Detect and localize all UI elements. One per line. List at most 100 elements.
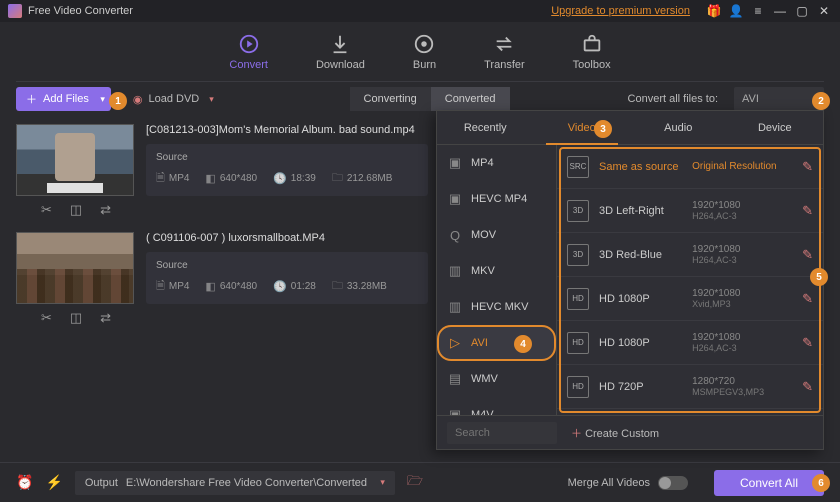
title-bar: Free Video Converter Upgrade to premium … (0, 0, 840, 22)
merge-toggle[interactable] (658, 476, 688, 490)
trim-icon[interactable]: ✂ (41, 310, 52, 326)
edit-preset-icon[interactable]: ✎ (802, 247, 813, 263)
add-files-button[interactable]: ＋ Add Files (16, 87, 111, 111)
video-thumbnail[interactable] (16, 124, 134, 196)
preset-item[interactable]: SRC Same as source Original Resolution ✎ (557, 145, 823, 189)
crop-icon[interactable]: ◫ (70, 310, 82, 326)
alarm-icon[interactable]: ⏰ (16, 474, 33, 491)
format-item-hevcmkv[interactable]: ▥HEVC MKV (437, 289, 556, 325)
gpu-accel-icon[interactable]: ⚡ (45, 474, 62, 491)
format-icon: Q (447, 228, 463, 243)
annotation-2: 2 (812, 92, 830, 110)
preset-item[interactable]: HD HD 1080P 1920*1080Xvid,MP3 ✎ (557, 277, 823, 321)
maximize-icon[interactable]: ▢ (794, 3, 810, 19)
tab-video[interactable]: Video (534, 111, 631, 144)
format-item-mkv[interactable]: ▥MKV (437, 253, 556, 289)
upgrade-premium-link[interactable]: Upgrade to premium version (551, 5, 690, 17)
burn-icon (413, 33, 435, 55)
format-label: MP4 (471, 157, 494, 169)
effects-icon[interactable]: ⇄ (100, 310, 111, 326)
plus-icon: ＋ (571, 428, 582, 440)
format-label: AVI (471, 337, 488, 349)
open-folder-icon[interactable]: 🗁 (407, 472, 423, 494)
meta-resolution: 640*480 (220, 173, 257, 184)
format-label: HEVC MKV (471, 301, 528, 313)
preset-list[interactable]: SRC Same as source Original Resolution ✎… (557, 145, 823, 415)
preset-codec: Xvid,MP3 (692, 299, 792, 309)
thumbnail-actions: ✂ ◫ ⇄ (16, 310, 136, 326)
output-format-select[interactable]: AVI ▾ (734, 87, 824, 111)
account-icon[interactable]: 👤 (728, 3, 744, 19)
tab-recently[interactable]: Recently (437, 111, 534, 144)
nav-convert[interactable]: Convert (229, 33, 268, 71)
popover-footer: ＋ Create Custom (437, 415, 823, 449)
preset-resolution: 1280*720 (692, 376, 792, 387)
annotation-4: 4 (514, 335, 532, 353)
minimize-icon[interactable]: — (772, 3, 788, 19)
nav-burn-label: Burn (413, 59, 436, 71)
format-label: WMV (471, 373, 498, 385)
output-path-field[interactable]: Output E:\Wondershare Free Video Convert… (75, 471, 395, 495)
format-item-mov[interactable]: QMOV (437, 217, 556, 253)
bottom-bar: ⏰ ⚡ Output E:\Wondershare Free Video Con… (0, 462, 840, 502)
format-icon: ▥ (447, 263, 463, 279)
nav-burn[interactable]: Burn (413, 33, 436, 71)
toolbox-icon (581, 33, 603, 55)
edit-preset-icon[interactable]: ✎ (802, 379, 813, 395)
meta-resolution: 640*480 (220, 281, 257, 292)
video-thumbnail[interactable] (16, 232, 134, 304)
nav-download[interactable]: Download (316, 33, 365, 71)
chevron-down-icon: ▾ (380, 477, 385, 488)
nav-transfer[interactable]: Transfer (484, 33, 525, 71)
close-icon[interactable]: ✕ (816, 3, 832, 19)
status-segmented: Converting Converted (350, 87, 510, 111)
format-item-wmv[interactable]: ▤WMV (437, 361, 556, 397)
resolution-icon: ◧ (205, 172, 215, 185)
effects-icon[interactable]: ⇄ (100, 202, 111, 218)
add-files-label: Add Files (43, 93, 89, 105)
tab-converting[interactable]: Converting (350, 87, 431, 111)
gift-icon[interactable]: 🎁 (706, 3, 722, 19)
source-label: Source (156, 152, 418, 163)
edit-preset-icon[interactable]: ✎ (802, 335, 813, 351)
convert-all-to-label: Convert all files to: (628, 93, 718, 105)
trim-icon[interactable]: ✂ (41, 202, 52, 218)
format-item-hevcmp4[interactable]: ▣HEVC MP4 (437, 181, 556, 217)
tab-audio[interactable]: Audio (630, 111, 727, 144)
preset-item[interactable]: 3D 3D Red-Blue 1920*1080H264,AC-3 ✎ (557, 233, 823, 277)
edit-preset-icon[interactable]: ✎ (802, 203, 813, 219)
load-dvd-button[interactable]: ◉ Load DVD ▾ (133, 93, 214, 106)
preset-codec: H264,AC-3 (692, 255, 792, 265)
format-item-avi[interactable]: ▷ AVI (437, 325, 556, 361)
menu-icon[interactable]: ≡ (750, 3, 766, 19)
format-item-m4v[interactable]: ▣M4V (437, 397, 556, 415)
preset-item[interactable]: HD HD 1080P 1920*1080H264,AC-3 ✎ (557, 321, 823, 365)
popover-tabs: Recently Video Audio Device (437, 111, 823, 145)
tab-device[interactable]: Device (727, 111, 824, 144)
format-item-mp4[interactable]: ▣MP4 (437, 145, 556, 181)
convert-all-button[interactable]: Convert All (714, 470, 824, 496)
format-list[interactable]: ▣MP4 ▣HEVC MP4 QMOV ▥MKV ▥HEVC MKV ▷AVI … (437, 145, 557, 415)
nav-download-label: Download (316, 59, 365, 71)
edit-preset-icon[interactable]: ✎ (802, 159, 813, 175)
crop-icon[interactable]: ◫ (70, 202, 82, 218)
nav-convert-label: Convert (229, 59, 268, 71)
create-custom-label: Create Custom (585, 428, 659, 440)
meta-duration: 01:28 (291, 281, 316, 292)
preset-icon: HD (567, 332, 589, 354)
preset-name: Same as source (599, 161, 682, 173)
edit-preset-icon[interactable]: ✎ (802, 291, 813, 307)
format-icon: ▷ (447, 335, 463, 351)
preset-name: 3D Red-Blue (599, 249, 682, 261)
preset-item[interactable]: HD HD 720P 1280*720MSMPEGV3,MP3 ✎ (557, 365, 823, 409)
output-format-value: AVI (742, 93, 759, 105)
create-custom-button[interactable]: ＋ Create Custom (571, 425, 659, 441)
output-label: Output (85, 477, 118, 489)
preset-item[interactable]: 3D 3D Left-Right 1920*1080H264,AC-3 ✎ (557, 189, 823, 233)
preset-icon: HD (567, 376, 589, 398)
source-label: Source (156, 260, 418, 271)
preset-search-input[interactable] (447, 422, 557, 444)
tab-converted[interactable]: Converted (431, 87, 510, 111)
preset-icon: 3D (567, 200, 589, 222)
nav-toolbox[interactable]: Toolbox (573, 33, 611, 71)
